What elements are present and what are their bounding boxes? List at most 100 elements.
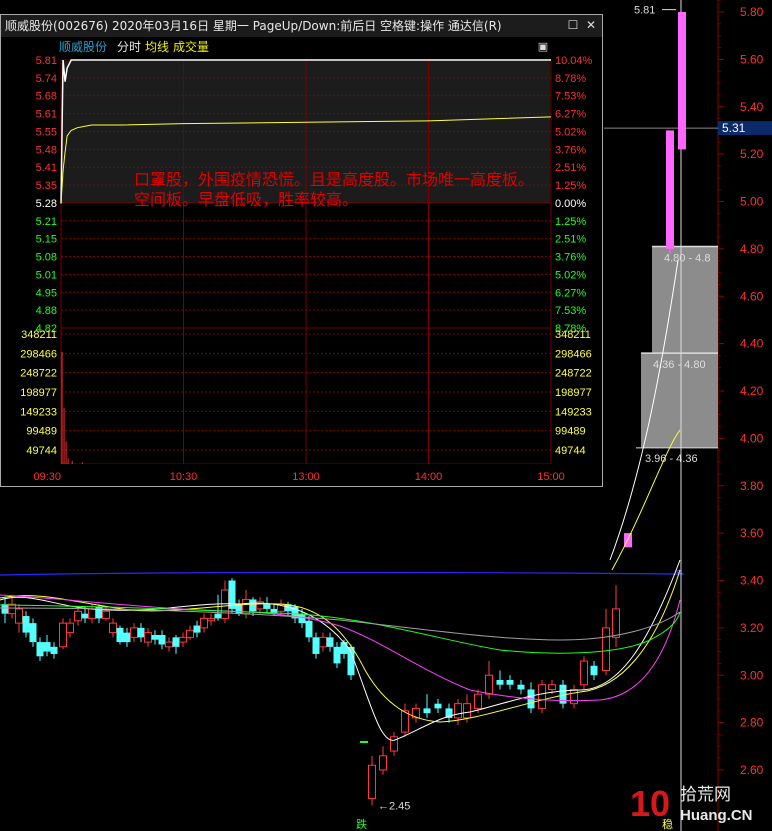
candle-body-up <box>538 684 546 709</box>
volume-label-right: 49744 <box>555 445 586 457</box>
candle-body-down <box>434 703 442 709</box>
ma10-extension <box>611 429 681 571</box>
candle-body-up <box>580 660 588 686</box>
intraday-pct-label: 7.53% <box>555 91 586 103</box>
intraday-pct-label: 10.04% <box>555 56 593 67</box>
candle-body-down <box>151 634 159 640</box>
price-axis-label: 3.60 <box>740 526 764 540</box>
volume-label-right: 99489 <box>555 426 586 438</box>
price-axis-label: 5.00 <box>740 195 764 209</box>
price-axis-label: 4.00 <box>740 431 764 445</box>
time-label: 13:00 <box>292 471 320 483</box>
tab-1[interactable]: 分时 <box>117 38 141 56</box>
candle-body-up <box>454 703 462 719</box>
candle-body-down <box>249 599 257 612</box>
restore-icon[interactable]: ▣ <box>537 41 549 53</box>
intraday-price-label: 5.41 <box>36 162 57 174</box>
candle-body-up <box>186 629 194 638</box>
price-axis-label: 4.20 <box>740 384 764 398</box>
candle-body-down <box>506 679 514 685</box>
candle-body-down <box>298 613 306 624</box>
price-axis-label: 3.20 <box>740 621 764 635</box>
ma-blue-line <box>0 569 685 576</box>
intraday-pct-label: 7.53% <box>555 305 586 317</box>
intraday-chart: 5.81 10.04% 5.74 8.78% 5.68 7.53% 5.61 6.27% 5.5… <box>1 56 602 486</box>
intraday-price-label: 5.61 <box>36 109 57 121</box>
time-label: 15:00 <box>537 471 565 483</box>
candle-body-down <box>340 642 348 654</box>
candle-body-up <box>485 674 493 695</box>
price-axis-label: 4.40 <box>740 337 764 351</box>
candle-body-up <box>612 608 620 638</box>
intraday-price-label: 4.88 <box>36 305 57 317</box>
candle-body-down <box>496 679 504 685</box>
price-axis-label: 3.40 <box>740 574 764 588</box>
price-axis-label: 5.80 <box>740 5 764 19</box>
volume-label: 49744 <box>26 445 57 457</box>
price-axis-label: 4.80 <box>740 242 764 256</box>
time-label: 09:30 <box>33 471 61 483</box>
intraday-pct-label: 5.02% <box>555 126 586 138</box>
chip-label: 4.80 - 4.8 <box>664 253 710 265</box>
candle-body-down <box>326 637 334 647</box>
candle-body-up <box>463 703 471 719</box>
current-price-label: 5.31 <box>722 121 746 135</box>
candle-body-up <box>602 627 610 672</box>
intraday-window[interactable]: 顺威股份(002676) 2020年03月16日 星期一 PageUp/Down… <box>0 14 603 487</box>
candle-body-down <box>517 684 525 690</box>
intraday-price-label: 5.81 <box>36 56 57 67</box>
candle-body-down <box>312 637 320 654</box>
candle-body-down <box>158 634 166 645</box>
candle-body-down <box>214 613 222 619</box>
candle-body-down <box>116 627 124 643</box>
time-label: 14:00 <box>415 471 443 483</box>
price-axis-label: 2.80 <box>740 716 764 730</box>
intraday-price-label: 5.01 <box>36 269 57 281</box>
candle-body-down <box>305 620 313 638</box>
volume-label: 348211 <box>21 329 57 341</box>
chart-tabs: 顺威股份 分时 均线 成交量 <box>1 38 602 56</box>
volume-label: 298466 <box>20 348 57 360</box>
candle-body-up <box>379 755 387 771</box>
price-axis-label: 5.40 <box>740 100 764 114</box>
intraday-price-label: 5.08 <box>36 252 57 264</box>
candle-body-up <box>548 684 556 690</box>
volume-label-right: 348211 <box>555 329 591 341</box>
candle-body-up <box>401 710 409 733</box>
intraday-pct-label: 6.27% <box>555 109 586 121</box>
candle-body-up <box>88 608 96 619</box>
candle-body-down <box>228 580 236 609</box>
candle-body-up <box>59 622 67 648</box>
candle-body-down <box>50 646 58 654</box>
intraday-pct-label: 3.76% <box>555 144 586 156</box>
candle-body-up <box>570 688 578 705</box>
candle-body-down <box>1 604 9 614</box>
analysis-annotation: 口罩股，外围疫情恐慌。且是高度股。市场唯一高度板。 空间板。早盘低吸，胜率较高。 <box>134 170 535 209</box>
tab-3[interactable]: 成交量 <box>173 38 209 56</box>
candle-body-up <box>15 608 23 624</box>
tab-0[interactable]: 顺威股份 <box>59 38 107 56</box>
candle-body-down <box>347 646 355 676</box>
candle-body-down <box>81 613 89 619</box>
watermark-site: 拾荒网 <box>680 785 731 805</box>
tab-2[interactable]: 均线 <box>145 38 169 56</box>
price-axis-label: 3.80 <box>740 479 764 493</box>
intraday-pct-label: 3.76% <box>555 252 586 264</box>
candle-body-up <box>165 641 173 648</box>
intraday-pct-label: 8.78% <box>555 73 586 85</box>
candle-body-up <box>130 627 138 638</box>
volume-label-right: 298466 <box>555 348 592 360</box>
candle-body-down <box>333 646 341 664</box>
candle-body-up <box>179 636 187 643</box>
limit-up-candle <box>678 12 686 150</box>
candle-body-up <box>109 622 117 634</box>
close-icon[interactable]: ✕ <box>585 19 597 31</box>
candle-body-up <box>102 610 110 619</box>
watermark-number: 10 <box>630 783 670 824</box>
candle-body-down <box>43 642 51 652</box>
maximize-icon[interactable]: ☐ <box>567 19 579 31</box>
site-watermark: 10 拾荒网 Huang.CN <box>630 783 753 824</box>
volume-label: 149233 <box>20 406 57 418</box>
intraday-price-label: 5.21 <box>36 216 57 228</box>
intraday-price-label: 5.15 <box>36 234 57 246</box>
